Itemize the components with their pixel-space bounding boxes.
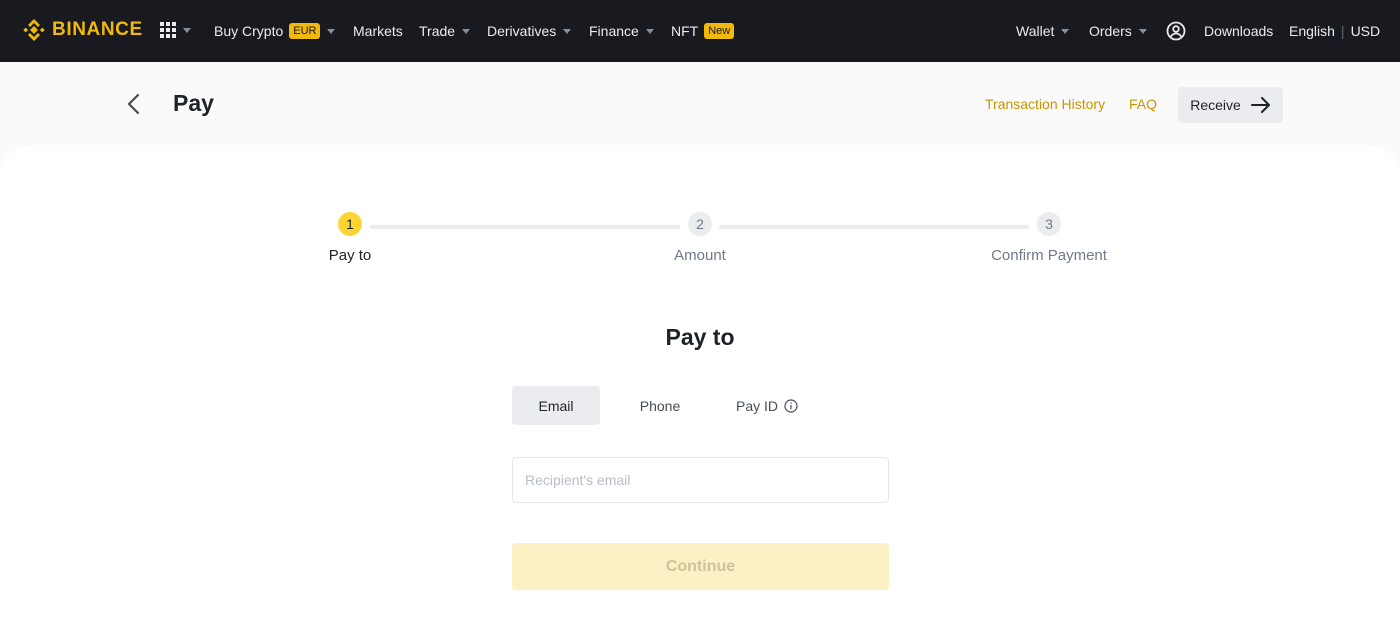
currency-label: USD xyxy=(1350,23,1381,39)
grid-icon xyxy=(160,22,176,38)
step-1-indicator: 1 xyxy=(338,212,362,236)
chevron-down-icon xyxy=(183,27,191,33)
nav-wallet-label: Wallet xyxy=(1016,23,1055,39)
chevron-down-icon xyxy=(462,28,471,34)
nav-nft-label: NFT xyxy=(671,23,699,39)
new-badge: New xyxy=(704,23,735,39)
nav-buy-crypto[interactable]: Buy Crypto EUR xyxy=(214,0,336,62)
nav-derivatives-label: Derivatives xyxy=(487,23,557,39)
page-title: Pay xyxy=(173,90,214,116)
nav-markets-label: Markets xyxy=(353,23,403,39)
nav-wallet[interactable]: Wallet xyxy=(1016,0,1070,62)
tab-pay-id-label: Pay ID xyxy=(735,397,778,414)
user-circle-icon xyxy=(1166,21,1186,41)
apps-menu[interactable] xyxy=(160,22,191,38)
binance-logo[interactable]: BINANCE xyxy=(22,18,143,42)
tab-email-label: Email xyxy=(538,397,574,414)
chevron-down-icon xyxy=(645,28,654,34)
nav-finance[interactable]: Finance xyxy=(589,0,654,62)
language-currency-selector[interactable]: English | USD xyxy=(1289,0,1380,62)
user-menu[interactable] xyxy=(1166,0,1186,62)
currency-badge: EUR xyxy=(289,23,321,39)
faq-link[interactable]: FAQ xyxy=(1129,96,1157,112)
nav-finance-label: Finance xyxy=(589,23,639,39)
step-3-indicator: 3 xyxy=(1037,212,1061,236)
chevron-down-icon xyxy=(1138,28,1147,34)
recipient-email-input[interactable] xyxy=(513,458,888,502)
transaction-history-link[interactable]: Transaction History xyxy=(985,96,1105,112)
nav-orders-label: Orders xyxy=(1089,23,1132,39)
receive-button-label: Receive xyxy=(1190,97,1241,113)
continue-button[interactable]: Continue xyxy=(512,543,889,590)
form-title: Pay to xyxy=(665,324,735,350)
step-2-label: Amount xyxy=(674,247,726,264)
info-icon[interactable] xyxy=(784,398,798,413)
tab-pay-id[interactable]: Pay ID xyxy=(722,386,812,425)
language-label: English xyxy=(1289,23,1335,39)
step-connector xyxy=(370,225,680,229)
tab-phone[interactable]: Phone xyxy=(616,386,704,425)
nav-derivatives[interactable]: Derivatives xyxy=(487,0,572,62)
nav-trade[interactable]: Trade xyxy=(419,0,471,62)
top-nav: BINANCE Buy Crypto EUR Markets Trade Der… xyxy=(0,0,1400,62)
nav-downloads-label: Downloads xyxy=(1204,23,1274,39)
chevron-left-icon[interactable] xyxy=(124,92,144,116)
nav-nft[interactable]: NFT New xyxy=(671,0,735,62)
nav-orders[interactable]: Orders xyxy=(1089,0,1147,62)
nav-markets[interactable]: Markets xyxy=(353,0,403,62)
receive-button[interactable]: Receive xyxy=(1178,87,1283,123)
binance-diamond-icon xyxy=(23,19,45,41)
tab-phone-label: Phone xyxy=(639,397,681,414)
step-1-label: Pay to xyxy=(328,247,372,264)
step-2-indicator: 2 xyxy=(688,212,712,236)
nav-downloads[interactable]: Downloads xyxy=(1204,0,1273,62)
nav-trade-label: Trade xyxy=(419,23,456,39)
chevron-down-icon xyxy=(327,28,336,34)
nav-divider: | xyxy=(1340,23,1345,39)
recipient-email-field[interactable] xyxy=(512,457,889,503)
arrow-right-icon xyxy=(1250,97,1270,113)
nav-buy-crypto-label: Buy Crypto xyxy=(214,23,284,39)
step-connector xyxy=(719,225,1029,229)
chevron-down-icon xyxy=(563,28,572,34)
step-3-label: Confirm Payment xyxy=(991,247,1107,264)
chevron-down-icon xyxy=(1061,28,1070,34)
tab-email[interactable]: Email xyxy=(512,386,600,425)
brand-name: BINANCE xyxy=(52,19,143,40)
